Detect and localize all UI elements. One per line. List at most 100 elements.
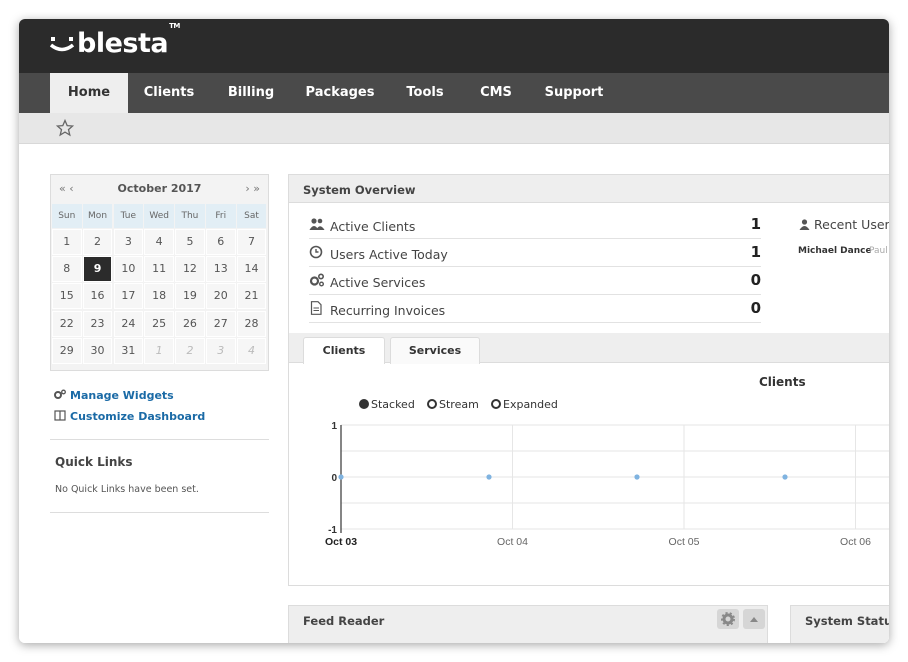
- calendar-day[interactable]: 5: [175, 229, 205, 255]
- collapse-button[interactable]: [743, 609, 765, 629]
- gears-icon: [309, 273, 325, 287]
- tab-billing[interactable]: Billing: [219, 73, 283, 113]
- star-icon[interactable]: [56, 119, 74, 137]
- calendar-day[interactable]: 31: [113, 337, 144, 364]
- calendar-dow: Fri: [206, 204, 236, 228]
- calendar-day[interactable]: 15: [52, 283, 82, 310]
- calendar-widget: « ‹ October 2017 › » Sun Mon Tue Wed Thu Fri S…: [50, 174, 269, 371]
- calendar-day[interactable]: 29: [52, 337, 82, 364]
- calendar-day[interactable]: 10: [113, 256, 144, 283]
- quick-links-empty: No Quick Links have been set.: [55, 484, 199, 495]
- calendar-day[interactable]: 17: [113, 283, 144, 310]
- mode-expanded-radio[interactable]: Expanded: [491, 398, 558, 411]
- data-point: [338, 474, 344, 480]
- logo-tm: TM: [169, 22, 180, 30]
- calendar-day[interactable]: 1: [52, 229, 82, 255]
- calendar-day[interactable]: 16: [82, 283, 113, 310]
- calendar-dow: Sat: [236, 204, 267, 228]
- recent-user-name[interactable]: Michael Dance: [798, 246, 872, 256]
- data-point: [782, 474, 788, 480]
- y-tick-label: -1: [328, 525, 337, 536]
- calendar-day[interactable]: 4: [144, 229, 174, 255]
- calendar-day[interactable]: 6: [206, 229, 236, 255]
- settings-button[interactable]: [717, 609, 739, 629]
- calendar-day[interactable]: 27: [206, 310, 236, 337]
- calendar-day[interactable]: 3: [206, 337, 236, 364]
- mode-stacked-radio[interactable]: Stacked: [359, 398, 415, 411]
- calendar-day[interactable]: 4: [236, 337, 267, 364]
- tab-chart-services[interactable]: Services: [390, 337, 480, 364]
- tab-tools[interactable]: Tools: [398, 73, 452, 113]
- calendar-day[interactable]: 13: [206, 256, 236, 283]
- radio-label: Stacked: [371, 398, 415, 411]
- clock-icon: [309, 245, 323, 259]
- calendar-day[interactable]: 30: [82, 337, 113, 364]
- feed-reader-title: Feed Reader: [303, 614, 385, 628]
- tab-support[interactable]: Support: [541, 73, 607, 113]
- stat-active-services[interactable]: Active Services 0: [309, 267, 761, 295]
- data-point: [634, 474, 640, 480]
- calendar-day[interactable]: 8: [52, 256, 82, 283]
- tab-clients[interactable]: Clients: [136, 73, 202, 113]
- user-icon: [799, 219, 810, 230]
- stat-label: Active Clients: [330, 219, 416, 234]
- tab-packages[interactable]: Packages: [302, 73, 378, 113]
- calendar-day[interactable]: 20: [206, 283, 236, 310]
- calendar-day[interactable]: 2: [82, 229, 113, 255]
- calendar-day[interactable]: 11: [144, 256, 174, 283]
- stat-label: Active Services: [330, 275, 426, 290]
- manage-widgets-link[interactable]: Manage Widgets: [54, 389, 174, 402]
- x-tick-label: Oct 04: [497, 536, 528, 548]
- calendar-dow: Mon: [82, 204, 113, 228]
- chart-tabs: Clients Services: [289, 333, 889, 364]
- divider: [50, 512, 269, 513]
- calendar-day[interactable]: 7: [236, 229, 267, 255]
- document-icon: [310, 301, 322, 315]
- quick-links-title: Quick Links: [55, 455, 133, 469]
- tab-home[interactable]: Home: [50, 73, 128, 113]
- radio-dot: [427, 399, 437, 409]
- calendar-day[interactable]: 24: [113, 310, 144, 337]
- recent-users-label: Recent Users: [814, 217, 889, 232]
- customize-dashboard-link[interactable]: Customize Dashboard: [54, 410, 205, 423]
- system-overview-panel: System Overview Active Clients 1 Users A…: [288, 174, 889, 586]
- main-nav: Home Clients Billing Packages Tools CMS …: [19, 73, 889, 113]
- radio-label: Stream: [439, 398, 479, 411]
- manage-widgets-label: Manage Widgets: [70, 389, 174, 402]
- clients-chart: 1 0 -1Oct 03 Oct 04 Oct 05 Oct 06: [325, 421, 889, 548]
- stat-users-active-today[interactable]: Users Active Today 1: [309, 239, 761, 267]
- calendar-day[interactable]: 22: [52, 310, 82, 337]
- calendar-dow: Tue: [113, 204, 144, 228]
- calendar-day[interactable]: 9: [82, 256, 113, 283]
- radio-dot: [491, 399, 501, 409]
- logo-text: blesta: [77, 28, 169, 59]
- calendar-day[interactable]: 19: [175, 283, 205, 310]
- stat-active-clients[interactable]: Active Clients 1: [309, 211, 761, 239]
- users-icon: [309, 218, 325, 230]
- stat-recurring-invoices[interactable]: Recurring Invoices 0: [309, 295, 761, 323]
- calendar-day[interactable]: 28: [236, 310, 267, 337]
- calendar-day[interactable]: 23: [82, 310, 113, 337]
- calendar-day[interactable]: 2: [175, 337, 205, 364]
- dashboard-content: « ‹ October 2017 › » Sun Mon Tue Wed Thu Fri S…: [19, 144, 889, 643]
- calendar-day[interactable]: 14: [236, 256, 267, 283]
- mode-stream-radio[interactable]: Stream: [427, 398, 479, 411]
- recent-user-name[interactable]: Paul: [869, 246, 888, 256]
- calendar-day[interactable]: 21: [236, 283, 267, 310]
- tab-chart-clients[interactable]: Clients: [303, 337, 385, 364]
- calendar-day[interactable]: 26: [175, 310, 205, 337]
- calendar-day[interactable]: 18: [144, 283, 174, 310]
- stat-label: Users Active Today: [330, 247, 448, 262]
- tab-cms[interactable]: CMS: [471, 73, 521, 113]
- calendar-day[interactable]: 12: [175, 256, 205, 283]
- customize-dashboard-label: Customize Dashboard: [70, 410, 206, 423]
- calendar-day[interactable]: 3: [113, 229, 144, 255]
- stat-value: 1: [750, 215, 761, 233]
- calendar-day[interactable]: 1: [144, 337, 174, 364]
- stat-value: 0: [750, 271, 761, 289]
- logo[interactable]: blestaTM: [50, 22, 180, 59]
- calendar-dow: Sun: [52, 204, 82, 228]
- calendar-next-button[interactable]: › »: [245, 182, 260, 195]
- calendar-day[interactable]: 25: [144, 310, 174, 337]
- columns-icon: [54, 410, 66, 421]
